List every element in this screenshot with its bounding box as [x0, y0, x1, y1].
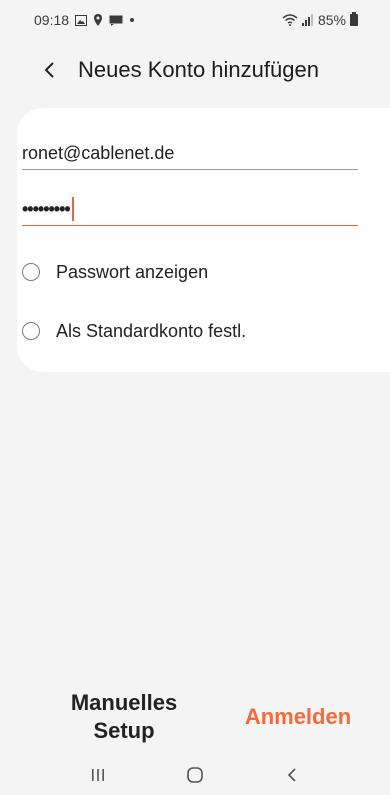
password-field[interactable]: •••••••••: [22, 193, 358, 226]
battery-icon: [350, 12, 358, 26]
manual-setup-line1: Manuelles: [70, 690, 178, 715]
password-value: •••••••••: [22, 198, 71, 219]
bottom-actions: Manuelles Setup Anmelden: [0, 688, 390, 748]
gallery-icon: [75, 14, 88, 26]
show-password-radio[interactable]: [22, 263, 40, 281]
status-left: 09:18: [34, 12, 135, 28]
wifi-icon: [282, 14, 298, 26]
back-chevron-icon[interactable]: [38, 55, 62, 85]
location-icon: [93, 14, 103, 26]
manual-setup-line2: Setup: [93, 718, 155, 743]
email-value: ronet@cablenet.de: [22, 142, 175, 163]
show-password-option[interactable]: Passwort anzeigen: [22, 257, 208, 287]
recent-apps-icon[interactable]: [78, 760, 118, 790]
header: Neues Konto hinzufügen: [0, 50, 390, 90]
show-password-label: Passwort anzeigen: [56, 261, 209, 282]
home-icon[interactable]: [175, 760, 215, 790]
navigation-bar: [0, 755, 390, 795]
status-bar: 09:18 85%: [0, 0, 390, 40]
signal-icon: [301, 14, 314, 26]
battery-percent: 85%: [317, 12, 346, 28]
message-icon: [109, 15, 123, 26]
text-caret: [71, 197, 74, 221]
status-right: 85%: [282, 12, 358, 28]
default-account-radio[interactable]: [22, 322, 40, 340]
status-time: 09:18: [34, 12, 70, 28]
page-title: Neues Konto hinzufügen: [78, 57, 319, 82]
default-account-label: Als Standardkonto festl.: [56, 320, 247, 341]
manual-setup-button[interactable]: Manuelles Setup: [64, 688, 184, 746]
email-field[interactable]: ronet@cablenet.de: [22, 137, 358, 170]
back-icon[interactable]: [272, 760, 312, 790]
default-account-option[interactable]: Als Standardkonto festl.: [22, 316, 246, 346]
dot-icon: [129, 17, 135, 23]
login-button[interactable]: Anmelden: [228, 703, 368, 731]
